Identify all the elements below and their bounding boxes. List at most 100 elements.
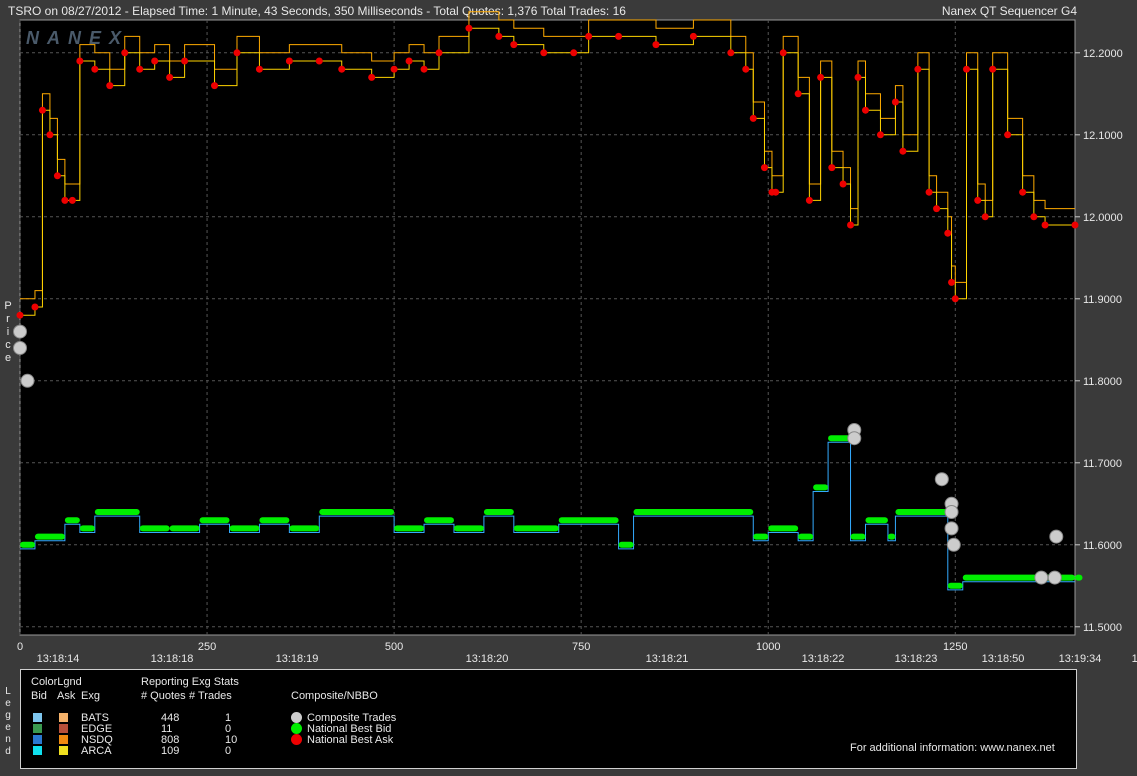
ask-color-swatch [59,724,68,733]
nb-ask-point [772,188,780,196]
nb-bid-segment [424,517,454,524]
legend-side-label-char: e [5,698,11,709]
y-tick-label: 11.7000 [1083,458,1122,470]
nb-bid-segment [289,525,320,532]
nb-bid-segment [79,525,95,532]
x-tick-label: 1000 [756,641,780,653]
x-tick-label: 250 [198,641,216,653]
nb-ask-point [16,311,24,319]
time-label: 13:18:19 [276,653,319,665]
bid-color-swatch [33,735,42,744]
time-label: 13:18:18 [151,653,194,665]
nb-bid-segment [947,582,963,589]
nb-bid-segment [850,533,866,540]
x-tick-label: 0 [17,641,23,653]
nb-bid-segment [558,517,619,524]
nb-ask-point [106,82,114,90]
nb-ask-point [727,49,735,57]
nb-ask-point [255,65,263,73]
nb-ask-point [974,196,982,204]
nb-ask-point [315,57,323,65]
legend-color-header: ColorLgnd [31,676,82,688]
legend-side-label: Legend [3,686,13,758]
composite-legend-dot [291,734,302,745]
y-tick-label: 11.5000 [1083,622,1122,634]
legend-ask-col: Ask [57,690,76,702]
nb-ask-point [233,49,241,57]
legend-exg-col: Exg [81,690,100,702]
nb-ask-point [615,32,623,40]
nb-ask-point [211,82,219,90]
nb-ask-point [652,41,660,49]
y-tick-label: 12.0000 [1083,212,1123,224]
time-label: 13:18:21 [646,653,689,665]
legend-side-label-char: n [5,734,11,745]
legend-side-label-char: L [5,686,11,697]
nb-ask-point [828,164,836,172]
trade-point [13,324,27,339]
legend-trades-col: # Trades [189,690,232,702]
nb-ask-point [1019,188,1027,196]
nb-ask-point [38,106,46,114]
x-tick-label: 500 [385,641,403,653]
nb-ask-point [1030,213,1038,221]
nb-ask-point [121,49,129,57]
nb-ask-point [136,65,144,73]
y-tick-label: 11.6000 [1083,540,1122,552]
nb-ask-point [585,32,593,40]
bid-color-swatch [33,724,42,733]
trade-point [1049,529,1064,544]
composite-legend-dot [291,723,302,734]
nb-ask-point [405,57,413,65]
nb-ask-point [689,32,697,40]
nb-ask-point [981,213,989,221]
composite-legend-dot [291,712,302,723]
nb-bid-segment [633,509,754,515]
nb-ask-point [151,57,159,65]
nb-ask-point [338,65,346,73]
time-label: 13:18:20 [466,653,509,665]
nb-ask-point [948,278,956,286]
trade-point [946,537,961,552]
nb-bid-segment [199,517,230,524]
ask-color-swatch [59,713,68,722]
nb-ask-point [368,73,376,81]
ask-color-swatch [59,735,68,744]
nb-ask-point [166,73,174,81]
time-label: 13:18:14 [37,653,80,665]
nb-ask-point [420,65,428,73]
legend-stats-header: Reporting Exg Stats [141,676,239,688]
y-tick-label: 11.8000 [1083,376,1122,388]
trade-point [944,505,959,519]
nb-ask-point [61,196,69,204]
nb-ask-point [891,98,899,106]
legend-side-label-char: g [5,710,11,721]
time-label: 13:19:34 [1059,653,1102,665]
nb-bid-segment [753,533,769,540]
nb-ask-point [68,196,76,204]
nb-ask-point [914,65,922,73]
nb-ask-point [435,49,443,57]
time-label: 13:18:50 [982,653,1025,665]
ask-color-swatch [59,746,68,755]
nb-bid-segment [139,525,170,532]
plot-area [19,19,1076,636]
nb-ask-point [1004,131,1012,139]
nb-ask-point [390,65,398,73]
legend-panel: ColorLgnd Bid Ask Exg Reporting Exg Stat… [20,669,1077,769]
legend-side-label-char: e [5,722,11,733]
nb-bid-segment [483,509,514,515]
x-tick-label: 750 [572,641,590,653]
nb-ask-point [963,65,971,73]
nb-ask-point [805,196,813,204]
nb-ask-point [933,205,941,213]
composite-legend-label: National Best Ask [307,734,394,746]
nb-bid-segment [394,525,425,532]
time-label: 13:19:48 [1132,653,1137,665]
nb-ask-point [570,49,578,57]
nb-bid-segment [319,509,395,515]
y-tick-label: 12.2000 [1083,48,1123,60]
nb-ask-point [839,180,847,188]
nb-bid-segment [34,533,65,540]
bid-color-swatch [33,713,42,722]
